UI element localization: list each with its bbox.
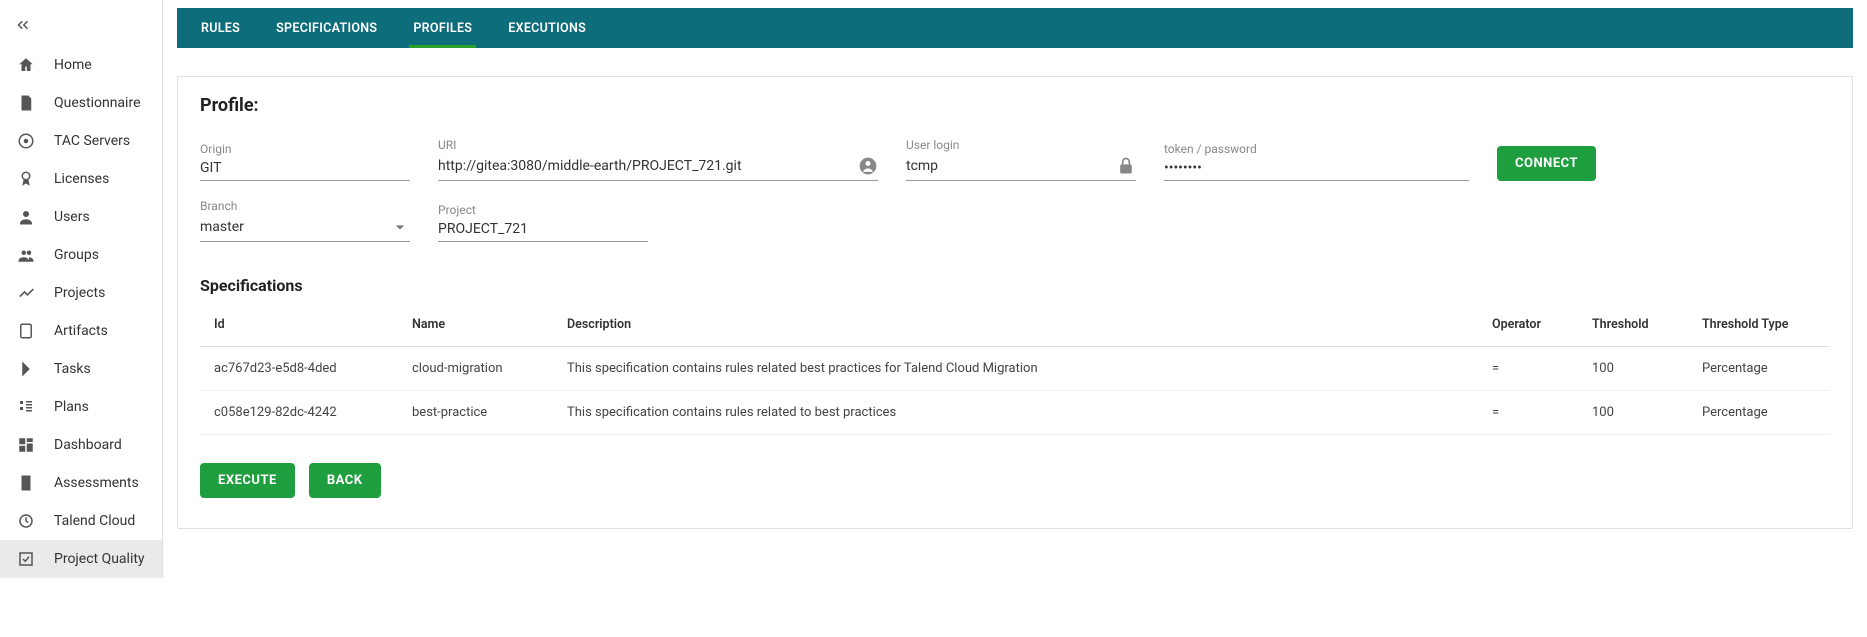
sidebar-item-tasks[interactable]: Tasks [0, 350, 162, 388]
project-field: Project [438, 203, 648, 242]
sidebar-item-home[interactable]: Home [0, 46, 162, 84]
tab-executions[interactable]: EXECUTIONS [504, 8, 590, 48]
sidebar-item-label: Licenses [54, 171, 109, 187]
back-button[interactable]: BACK [309, 463, 381, 498]
specifications-table: IdNameDescriptionOperatorThresholdThresh… [200, 303, 1830, 435]
caret-down-icon [390, 217, 410, 237]
sidebar-item-plans[interactable]: Plans [0, 388, 162, 426]
sidebar-item-label: Questionnaire [54, 95, 141, 111]
token-field: token / password [1164, 142, 1469, 181]
cell-id: ac767d23-e5d8-4ded [200, 347, 400, 391]
branch-label: Branch [200, 199, 410, 213]
user-icon [16, 207, 36, 227]
origin-label: Origin [200, 142, 410, 156]
sidebar-item-label: Project Quality [54, 551, 145, 567]
assessments-icon [16, 473, 36, 493]
sidebar: Home Questionnaire TAC Servers Licenses User… [0, 0, 163, 578]
plans-icon [16, 397, 36, 417]
branch-select[interactable] [200, 219, 384, 235]
column-header: Name [400, 303, 555, 347]
sidebar-item-label: Dashboard [54, 437, 122, 453]
login-input[interactable] [906, 158, 1110, 174]
tab-specifications[interactable]: SPECIFICATIONS [272, 8, 381, 48]
uri-input[interactable] [438, 158, 852, 174]
profile-section-title: Profile: [200, 95, 1830, 116]
license-icon [16, 169, 36, 189]
main-content: RULES SPECIFICATIONS PROFILES EXECUTIONS Pr… [163, 0, 1867, 578]
sidebar-item-licenses[interactable]: Licenses [0, 160, 162, 198]
sidebar-item-label: Users [54, 209, 90, 225]
login-field: User login [906, 138, 1136, 181]
profile-panel: Profile: Origin URI User login [177, 76, 1853, 529]
origin-input[interactable] [200, 160, 410, 176]
sidebar-item-groups[interactable]: Groups [0, 236, 162, 274]
token-label: token / password [1164, 142, 1469, 156]
column-header: Id [200, 303, 400, 347]
connect-button[interactable]: CONNECT [1497, 146, 1596, 181]
uri-label: URI [438, 138, 878, 152]
cell-id: c058e129-82dc-4242 [200, 391, 400, 435]
sidebar-item-label: Tasks [54, 361, 91, 377]
token-input[interactable] [1164, 160, 1469, 176]
sidebar-item-label: Artifacts [54, 323, 108, 339]
sidebar-item-questionnaire[interactable]: Questionnaire [0, 84, 162, 122]
sidebar-item-label: Assessments [54, 475, 139, 491]
uri-field: URI [438, 138, 878, 181]
person-icon [858, 156, 878, 176]
execute-button[interactable]: EXECUTE [200, 463, 295, 498]
sidebar-item-label: Home [54, 57, 92, 73]
project-input[interactable] [438, 221, 648, 237]
sidebar-item-label: Groups [54, 247, 99, 263]
tab-rules[interactable]: RULES [197, 8, 244, 48]
sidebar-item-label: TAC Servers [54, 133, 130, 149]
sidebar-item-assessments[interactable]: Assessments [0, 464, 162, 502]
sidebar-item-dashboard[interactable]: Dashboard [0, 426, 162, 464]
artifacts-icon [16, 321, 36, 341]
specifications-section-title: Specifications [200, 276, 1830, 295]
questionnaire-icon [16, 93, 36, 113]
project-label: Project [438, 203, 648, 217]
tab-profiles[interactable]: PROFILES [409, 8, 476, 48]
dashboard-icon [16, 435, 36, 455]
lock-icon [1116, 156, 1136, 176]
origin-field: Origin [200, 142, 410, 181]
sidebar-item-label: Projects [54, 285, 105, 301]
chevrons-left-icon [14, 16, 32, 34]
cell-name: best-practice [400, 391, 555, 435]
cell-name: cloud-migration [400, 347, 555, 391]
quality-icon [16, 549, 36, 569]
group-icon [16, 245, 36, 265]
cell-operator: = [1480, 391, 1580, 435]
sidebar-item-label: Talend Cloud [54, 513, 135, 529]
cell-description: This specification contains rules relate… [555, 391, 1480, 435]
cell-threshold_type: Percentage [1690, 391, 1830, 435]
projects-icon [16, 283, 36, 303]
sidebar-item-talend-cloud[interactable]: Talend Cloud [0, 502, 162, 540]
cell-threshold: 100 [1580, 391, 1690, 435]
cell-operator: = [1480, 347, 1580, 391]
sidebar-item-label: Plans [54, 399, 89, 415]
branch-field: Branch [200, 199, 410, 242]
column-header: Description [555, 303, 1480, 347]
table-row[interactable]: c058e129-82dc-4242best-practiceThis spec… [200, 391, 1830, 435]
cell-description: This specification contains rules relate… [555, 347, 1480, 391]
sidebar-item-artifacts[interactable]: Artifacts [0, 312, 162, 350]
table-row[interactable]: ac767d23-e5d8-4dedcloud-migrationThis sp… [200, 347, 1830, 391]
cell-threshold_type: Percentage [1690, 347, 1830, 391]
column-header: Operator [1480, 303, 1580, 347]
tac-icon [16, 131, 36, 151]
home-icon [16, 55, 36, 75]
tab-bar: RULES SPECIFICATIONS PROFILES EXECUTIONS [177, 8, 1853, 48]
cell-threshold: 100 [1580, 347, 1690, 391]
login-label: User login [906, 138, 1136, 152]
sidebar-collapse-button[interactable] [0, 8, 162, 46]
sidebar-item-projects[interactable]: Projects [0, 274, 162, 312]
sidebar-item-users[interactable]: Users [0, 198, 162, 236]
column-header: Threshold [1580, 303, 1690, 347]
tasks-icon [16, 359, 36, 379]
sidebar-item-project-quality[interactable]: Project Quality [0, 540, 162, 578]
sidebar-item-tac-servers[interactable]: TAC Servers [0, 122, 162, 160]
column-header: Threshold Type [1690, 303, 1830, 347]
cloud-icon [16, 511, 36, 531]
